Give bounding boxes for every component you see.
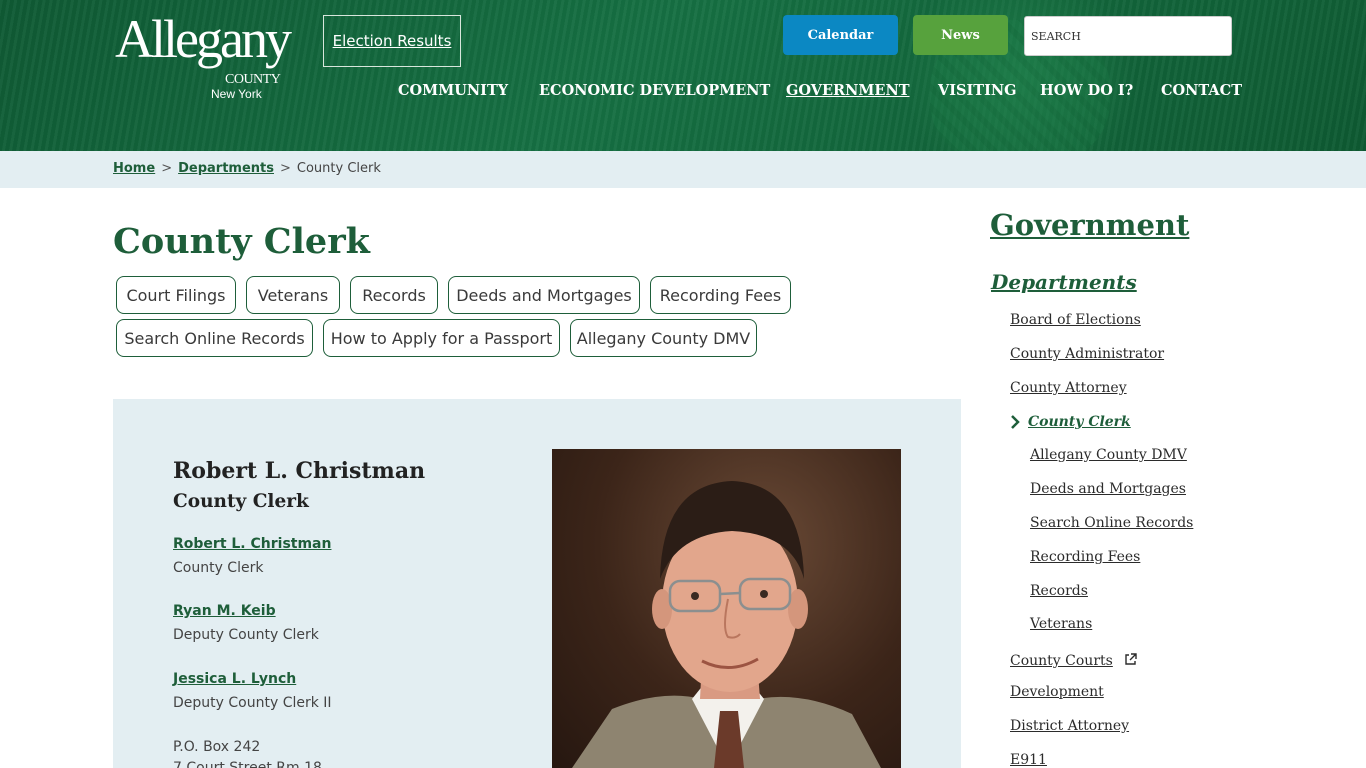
sidebar-subitem-search-records[interactable]: Search Online Records xyxy=(1030,515,1193,531)
nav-government[interactable]: GOVERNMENT xyxy=(786,82,910,99)
external-link-icon xyxy=(1124,651,1137,670)
sidebar-item-district-attorney[interactable]: District Attorney xyxy=(1010,718,1129,734)
pill-allegany-county-dmv[interactable]: Allegany County DMV xyxy=(570,319,757,357)
pill-how-to-apply-passport[interactable]: How to Apply for a Passport xyxy=(323,319,560,357)
breadcrumb-separator: > xyxy=(279,161,291,176)
sidebar-item-board-of-elections[interactable]: Board of Elections xyxy=(1010,312,1141,328)
address-line: P.O. Box 242 xyxy=(173,739,261,755)
staff-role: County Clerk xyxy=(173,560,264,576)
sidebar-subitem-records[interactable]: Records xyxy=(1030,583,1088,599)
pill-records[interactable]: Records xyxy=(350,276,438,314)
pill-veterans[interactable]: Veterans xyxy=(246,276,340,314)
sidebar-section-departments[interactable]: Departments xyxy=(991,270,1137,294)
election-results-button[interactable]: Election Results xyxy=(323,15,461,67)
pill-recording-fees[interactable]: Recording Fees xyxy=(650,276,791,314)
sidebar-item-county-courts-wrap: County Courts xyxy=(1010,650,1137,670)
sidebar-title-government[interactable]: Government xyxy=(990,208,1189,242)
pill-search-online-records[interactable]: Search Online Records xyxy=(116,319,313,357)
person-title: County Clerk xyxy=(173,491,309,512)
nav-how-do-i[interactable]: HOW DO I? xyxy=(1040,82,1133,99)
nav-economic-development[interactable]: ECONOMIC DEVELOPMENT xyxy=(539,82,770,99)
sidebar-subitem-recording-fees[interactable]: Recording Fees xyxy=(1030,549,1140,565)
portrait-illustration xyxy=(572,481,881,768)
main-nav: COMMUNITY ECONOMIC DEVELOPMENT GOVERNMEN… xyxy=(0,82,1366,104)
nav-community[interactable]: COMMUNITY xyxy=(398,82,508,99)
search-box xyxy=(1024,16,1232,56)
nav-visiting[interactable]: VISITING xyxy=(938,82,1017,99)
sidebar-subitem-dmv[interactable]: Allegany County DMV xyxy=(1030,447,1187,463)
page-title: County Clerk xyxy=(113,221,370,262)
sidebar-item-e911[interactable]: E911 xyxy=(1010,752,1047,768)
news-button[interactable]: News xyxy=(913,15,1008,55)
county-clerk-photo xyxy=(552,449,901,768)
staff-role: Deputy County Clerk II xyxy=(173,695,332,711)
address-line: 7 Court Street Rm 18 xyxy=(173,760,322,768)
search-input[interactable] xyxy=(1025,17,1231,55)
sidebar-subitem-veterans[interactable]: Veterans xyxy=(1030,616,1092,632)
pill-deeds-and-mortgages[interactable]: Deeds and Mortgages xyxy=(448,276,640,314)
nav-contact[interactable]: CONTACT xyxy=(1161,82,1242,99)
staff-role: Deputy County Clerk xyxy=(173,627,319,643)
sidebar-subitem-deeds[interactable]: Deeds and Mortgages xyxy=(1030,481,1186,497)
breadcrumb-separator: > xyxy=(161,161,173,176)
breadcrumb-home[interactable]: Home xyxy=(113,161,155,176)
person-name: Robert L. Christman xyxy=(173,458,426,484)
sidebar-item-county-courts[interactable]: County Courts xyxy=(1010,653,1113,669)
calendar-button[interactable]: Calendar xyxy=(783,15,898,55)
chevron-right-icon xyxy=(1010,415,1020,433)
breadcrumb: Home > Departments > County Clerk xyxy=(113,161,381,176)
sidebar-item-county-attorney[interactable]: County Attorney xyxy=(1010,380,1127,396)
breadcrumb-current: County Clerk xyxy=(296,161,381,176)
staff-name-link[interactable]: Ryan M. Keib xyxy=(173,603,276,619)
staff-name-link[interactable]: Jessica L. Lynch xyxy=(173,671,296,687)
logo-wordmark: Allegany xyxy=(115,9,292,69)
sidebar-item-county-administrator[interactable]: County Administrator xyxy=(1010,346,1164,362)
breadcrumb-departments[interactable]: Departments xyxy=(178,161,274,176)
sidebar-item-development[interactable]: Development xyxy=(1010,684,1104,700)
staff-name-link[interactable]: Robert L. Christman xyxy=(173,536,331,552)
sidebar-item-county-clerk[interactable]: County Clerk xyxy=(1028,414,1131,430)
pill-court-filings[interactable]: Court Filings xyxy=(116,276,236,314)
